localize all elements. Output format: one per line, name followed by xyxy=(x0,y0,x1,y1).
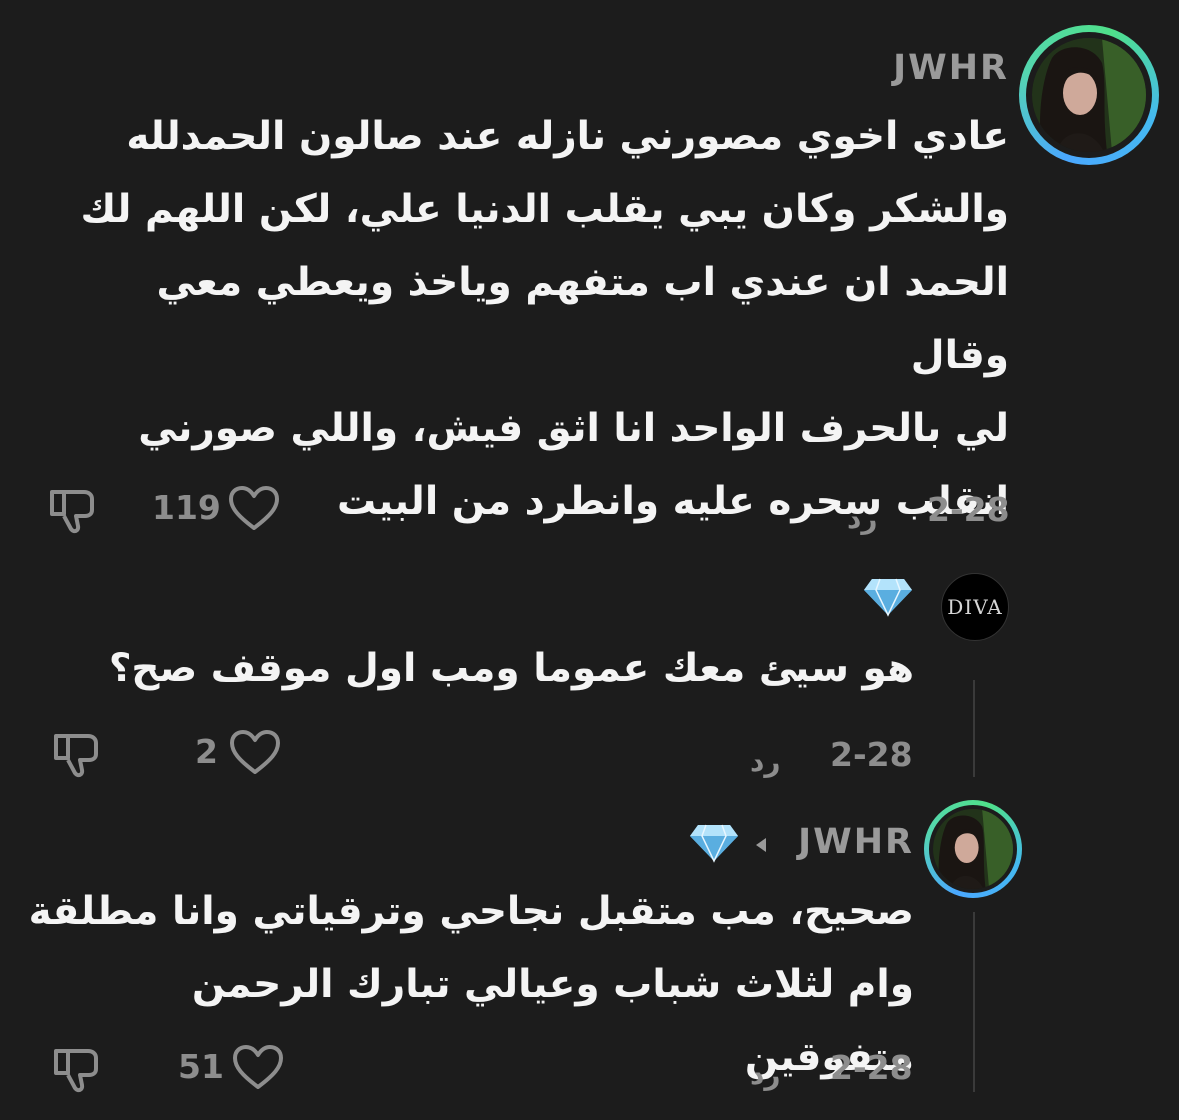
thread-line xyxy=(973,680,975,777)
comment-text: عادي اخوي مصورني نازله عند صالون الحمدلل… xyxy=(80,114,1009,524)
avatar-label: DIVA xyxy=(947,595,1003,619)
comments-thread: JWHR عادي اخوي مصورني نازله عند صالون ال… xyxy=(0,0,1179,1120)
avatar[interactable] xyxy=(924,800,1022,898)
like-button[interactable]: 2 xyxy=(195,730,285,776)
username[interactable]: JWHR xyxy=(798,822,914,862)
avatar[interactable]: DIVA xyxy=(941,573,1009,641)
dislike-icon[interactable] xyxy=(46,486,98,536)
reply-button[interactable]: رد xyxy=(750,745,781,778)
comment-text: هو سيئ معك عموما ومب اول موقف صح؟ xyxy=(108,646,914,691)
avatar[interactable] xyxy=(1019,25,1159,165)
like-count: 51 xyxy=(178,1047,224,1086)
username[interactable]: JWHR xyxy=(893,48,1009,88)
comment-date: 2-28 xyxy=(830,1048,913,1087)
dislike-icon[interactable] xyxy=(50,1045,102,1095)
reply-button[interactable]: رد xyxy=(750,1058,781,1091)
reply-arrow-icon xyxy=(756,838,766,852)
heart-icon xyxy=(230,730,280,774)
profile-photo-icon xyxy=(1032,38,1146,152)
profile-photo-icon xyxy=(933,809,1013,889)
like-count: 119 xyxy=(152,488,221,527)
dislike-icon[interactable] xyxy=(50,730,102,780)
like-count: 2 xyxy=(195,732,218,771)
heart-icon xyxy=(233,1045,283,1089)
gem-icon xyxy=(690,824,738,863)
thread-line xyxy=(973,912,975,1092)
gem-icon xyxy=(864,578,912,617)
comment-date: 2-28 xyxy=(830,735,913,774)
comment-date: 2-28 xyxy=(927,490,1010,529)
reply-button[interactable]: رد xyxy=(847,502,878,535)
like-button[interactable]: 51 xyxy=(178,1045,288,1091)
heart-icon xyxy=(229,486,279,530)
like-button[interactable]: 119 xyxy=(152,486,282,532)
